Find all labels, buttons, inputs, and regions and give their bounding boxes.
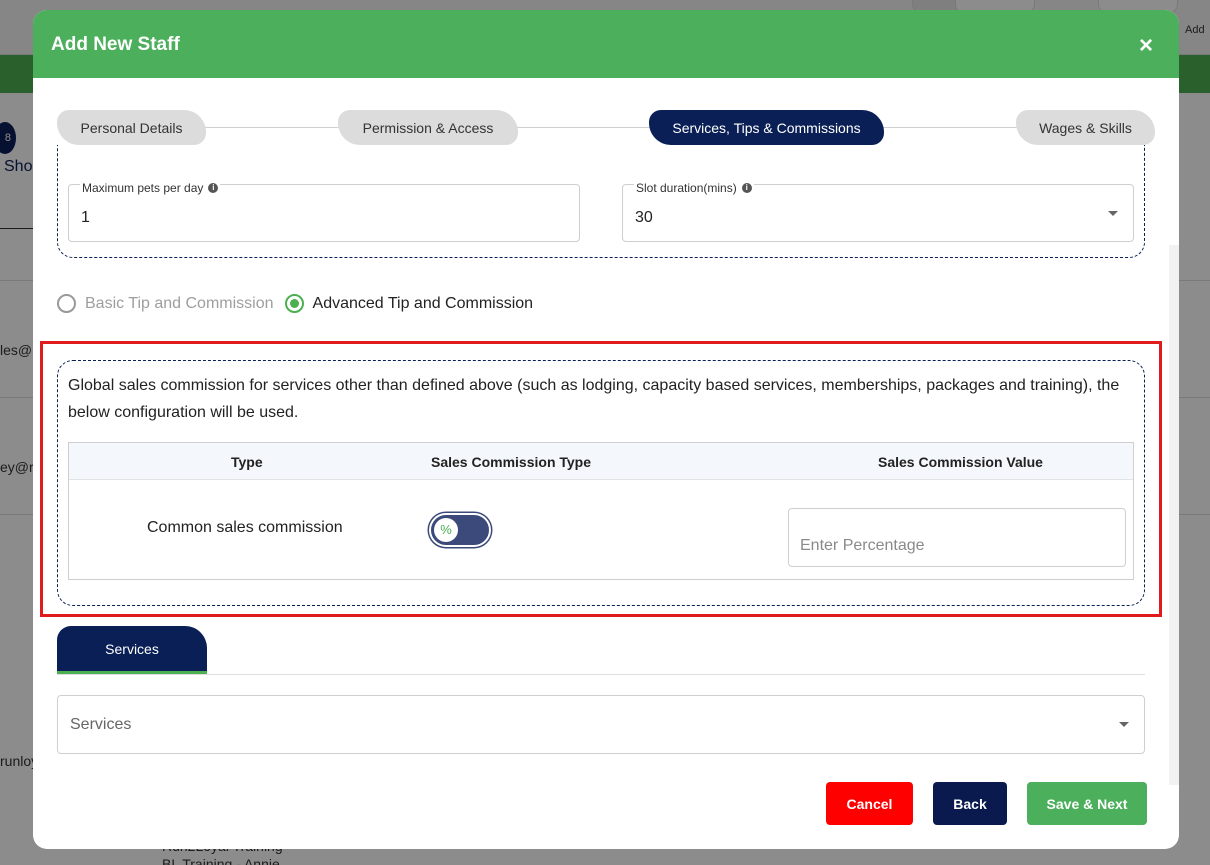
header-commission-value: Sales Commission Value bbox=[878, 454, 1043, 470]
step-services-tips-commissions[interactable]: Services, Tips & Commissions bbox=[649, 110, 884, 145]
tip-mode-radio-group: Basic Tip and Commission Advanced Tip an… bbox=[57, 294, 544, 313]
cancel-button[interactable]: Cancel bbox=[826, 782, 913, 825]
services-tab-divider bbox=[57, 674, 1145, 675]
commission-type-toggle[interactable]: % bbox=[429, 513, 491, 547]
chevron-down-icon bbox=[1108, 211, 1118, 216]
advanced-tip-radio[interactable] bbox=[284, 294, 304, 313]
services-select[interactable]: Services bbox=[57, 695, 1145, 754]
chevron-down-icon bbox=[1119, 722, 1129, 727]
commission-type-cell: Common sales commission bbox=[147, 519, 343, 536]
services-select-label: Services bbox=[70, 716, 132, 733]
basic-tip-label[interactable]: Basic Tip and Commission bbox=[85, 295, 274, 313]
info-icon[interactable]: i bbox=[741, 183, 752, 193]
commission-table: Type Sales Commission Type Sales Commiss… bbox=[68, 442, 1134, 580]
advanced-tip-label[interactable]: Advanced Tip and Commission bbox=[313, 295, 534, 313]
global-commission-description: Global sales commission for services oth… bbox=[68, 377, 1120, 421]
back-button[interactable]: Back bbox=[933, 782, 1007, 825]
add-staff-modal: Add New Staff × Personal Details Permiss… bbox=[33, 10, 1179, 849]
step-wages-skills[interactable]: Wages & Skills bbox=[1016, 110, 1155, 145]
basic-tip-radio[interactable] bbox=[57, 294, 76, 313]
scrollbar-thumb[interactable] bbox=[1169, 145, 1179, 245]
close-icon[interactable]: × bbox=[1139, 34, 1153, 58]
max-pets-value: 1 bbox=[81, 209, 90, 226]
slot-duration-label: Slot duration(mins) i bbox=[634, 181, 754, 195]
percent-icon: % bbox=[434, 518, 458, 542]
header-commission-type: Sales Commission Type bbox=[431, 454, 592, 470]
slot-duration-select[interactable]: Slot duration(mins) i 30 bbox=[622, 181, 1134, 242]
tab-services[interactable]: Services bbox=[57, 626, 207, 674]
info-icon[interactable]: i bbox=[208, 183, 219, 193]
step-permission-access[interactable]: Permission & Access bbox=[338, 110, 518, 145]
steps-connector-line bbox=[73, 127, 1133, 128]
commission-percentage-input[interactable] bbox=[788, 508, 1126, 567]
max-pets-label: Maximum pets per day i bbox=[80, 181, 221, 195]
header-type: Type bbox=[231, 454, 263, 470]
modal-header: Add New Staff × bbox=[33, 10, 1179, 78]
step-personal-details[interactable]: Personal Details bbox=[57, 110, 206, 145]
commission-table-header: Type Sales Commission Type Sales Commiss… bbox=[69, 443, 1133, 480]
slot-duration-value: 30 bbox=[635, 209, 653, 226]
max-pets-field[interactable]: Maximum pets per day i 1 bbox=[68, 181, 580, 242]
save-next-button[interactable]: Save & Next bbox=[1027, 782, 1147, 825]
modal-title: Add New Staff bbox=[51, 34, 180, 55]
